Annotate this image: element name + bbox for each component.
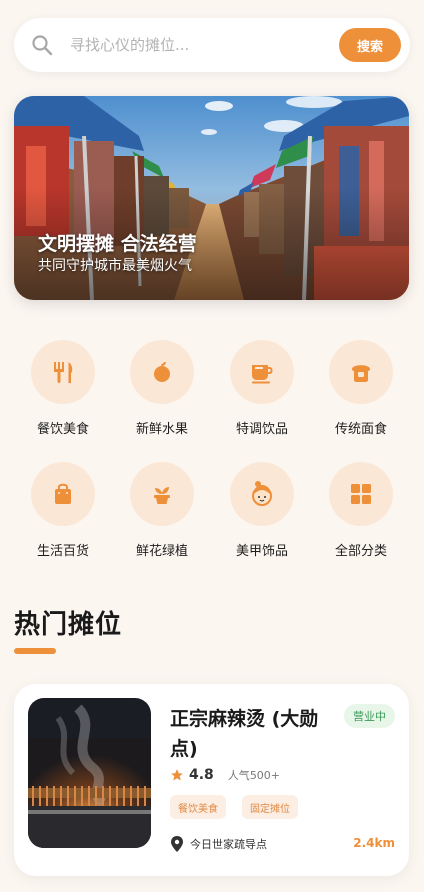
search-icon [32,35,53,56]
category-icon-circle [230,340,294,404]
category-flowers[interactable]: 鲜花绿植 [112,462,212,559]
bread-icon [352,365,370,382]
grid-icon [351,484,371,504]
category-noodles[interactable]: 传统面食 [311,340,411,437]
category-icon-circle [31,462,95,526]
search-button[interactable]: 搜索 [339,28,401,62]
search-input[interactable] [70,33,340,57]
status-badge: 营业中 [344,704,395,728]
category-drinks[interactable]: 特调饮品 [212,340,312,437]
category-all[interactable]: 全部分类 [311,462,411,559]
fork-knife-icon [54,362,73,383]
banner-subtitle: 共同守护城市最美烟火气 [38,258,192,274]
search-bar[interactable]: 搜索 [14,18,410,72]
star-icon [171,769,183,781]
banner-title: 文明摆摊 合法经营 [38,233,197,255]
rating-row: 4.8 人气 500+ [170,767,280,783]
category-label: 生活百货 [36,544,89,559]
category-label: 新鲜水果 [135,422,188,437]
popularity-label: 人气 [227,769,250,782]
stall-card[interactable]: 正宗麻辣烫 (大勋点) 营业中 4.8 人气 500+ 餐饮美食 固定摊位 今日… [14,684,409,876]
popularity-value: 500+ [249,768,281,782]
category-nails[interactable]: 美甲饰品 [212,462,312,559]
shopping-bag-icon [55,483,71,504]
category-icon-circle [329,340,393,404]
potted-plant-icon [154,487,170,504]
coffee-cup-icon [252,365,273,384]
rating-value: 4.8 [189,767,214,783]
location-pin-icon [171,836,183,852]
category-label: 餐饮美食 [36,422,89,437]
category-food[interactable]: 餐饮美食 [13,340,113,437]
category-icon-circle [130,462,194,526]
stall-distance: 2.4km [353,836,395,850]
section-title-underline [14,648,56,654]
category-icon-circle [329,462,393,526]
category-label: 全部分类 [334,544,387,559]
section-title: 热门摊位 [14,610,123,640]
category-icon-circle [130,340,194,404]
orange-icon [154,362,170,382]
stall-name: 正宗麻辣烫 (大勋点) [170,708,319,760]
tag-stall-type: 固定摊位 [242,795,298,819]
category-label: 特调饮品 [235,422,288,437]
category-label: 美甲饰品 [235,544,288,559]
tag-category: 餐饮美食 [170,795,226,819]
category-icon-circle [31,340,95,404]
girl-face-icon [252,481,272,506]
category-goods[interactable]: 生活百货 [13,462,113,559]
category-label: 鲜花绿植 [135,544,188,559]
category-icon-circle [230,462,294,526]
promo-banner[interactable]: 文明摆摊 合法经营 共同守护城市最美烟火气 [14,96,409,300]
category-label: 传统面食 [334,422,387,437]
category-fruit[interactable]: 新鲜水果 [112,340,212,437]
stall-location: 今日世家疏导点 [190,838,267,851]
stall-image [28,698,151,848]
